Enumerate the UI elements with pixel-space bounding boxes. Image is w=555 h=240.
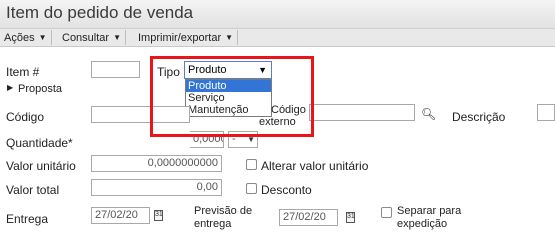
item-number-input[interactable] xyxy=(91,61,140,78)
caret-down-icon: ▼ xyxy=(113,33,121,42)
previsao-label-line2: entrega xyxy=(194,218,232,230)
acoes-menu-label: Ações xyxy=(4,32,35,44)
entrega-label: Entrega xyxy=(6,212,49,226)
separar-label-line1: Separar para xyxy=(397,205,462,217)
chevron-down-icon: ▼ xyxy=(258,65,267,75)
separar-label-line2: expedição xyxy=(397,218,448,230)
codigo-externo-input[interactable] xyxy=(309,104,415,121)
descricao-input[interactable] xyxy=(537,104,555,121)
descricao-label: Descrição xyxy=(452,110,506,124)
consultar-menu-label: Consultar xyxy=(62,32,110,44)
previsao-label-line1: Previsão de xyxy=(194,205,253,217)
page-title: Item do pedido de venda xyxy=(6,3,194,22)
imprimir-exportar-menu-label: Imprimir/exportar xyxy=(138,32,222,44)
valor-total-label: Valor total xyxy=(6,183,60,197)
acoes-menu[interactable]: Ações ▼ xyxy=(0,30,52,45)
quantidade-input[interactable]: 0,0000 xyxy=(190,131,224,148)
alterar-valor-checkbox[interactable] xyxy=(246,159,257,170)
caret-down-icon: ▼ xyxy=(38,33,47,42)
tipo-option-servico[interactable]: Serviço xyxy=(186,92,271,104)
tipo-dropdown-list: Produto Serviço Manutenção xyxy=(185,79,272,117)
codigo-externo-label-line2: externo xyxy=(259,116,296,128)
calendar-icon[interactable]: 31 xyxy=(154,210,163,221)
toolbar: Ações ▼ Consultar ▼ Imprimir/exportar ▼ xyxy=(0,29,555,47)
separar-expedicao-checkbox[interactable] xyxy=(381,207,392,218)
search-icon[interactable]: 🔍︎ xyxy=(421,107,436,121)
caret-down-icon: ▼ xyxy=(225,33,234,42)
title-bar: Item do pedido de venda xyxy=(0,0,555,29)
item-label: Item # xyxy=(6,65,40,79)
calendar-icon[interactable]: 31 xyxy=(346,212,355,223)
expand-triangle-icon[interactable]: ▶ xyxy=(7,83,13,92)
unidade-value: - xyxy=(232,133,236,145)
chevron-down-icon: ▼ xyxy=(247,135,255,144)
tipo-label: Tipo xyxy=(157,65,180,79)
codigo-externo-label-line1: Código xyxy=(271,104,306,116)
consultar-menu[interactable]: Consultar ▼ xyxy=(58,30,126,45)
valor-total-input[interactable]: 0,00 xyxy=(91,179,222,196)
proposta-toggle[interactable]: Proposta xyxy=(18,83,62,95)
tipo-option-manutencao[interactable]: Manutenção xyxy=(186,104,271,116)
quantidade-label: Quantidade* xyxy=(6,136,73,150)
valor-unitario-input[interactable]: 0,0000000000 xyxy=(91,155,222,172)
desconto-checkbox[interactable] xyxy=(246,183,257,194)
tipo-selected-value: Produto xyxy=(188,64,227,76)
desconto-label: Desconto xyxy=(261,183,312,197)
tipo-option-produto[interactable]: Produto xyxy=(186,80,271,92)
codigo-label: Código xyxy=(6,110,45,124)
codigo-input[interactable] xyxy=(91,106,190,123)
tipo-select[interactable]: Produto ▼ xyxy=(184,61,272,79)
imprimir-exportar-menu[interactable]: Imprimir/exportar ▼ xyxy=(134,30,239,45)
previsao-date-input[interactable]: 27/02/20 xyxy=(279,209,338,226)
unidade-select[interactable]: - ▼ xyxy=(228,131,258,148)
entrega-date-input[interactable]: 27/02/20 xyxy=(91,207,150,224)
alterar-valor-label: Alterar valor unitário xyxy=(261,159,369,173)
valor-unitario-label: Valor unitário xyxy=(6,159,76,173)
